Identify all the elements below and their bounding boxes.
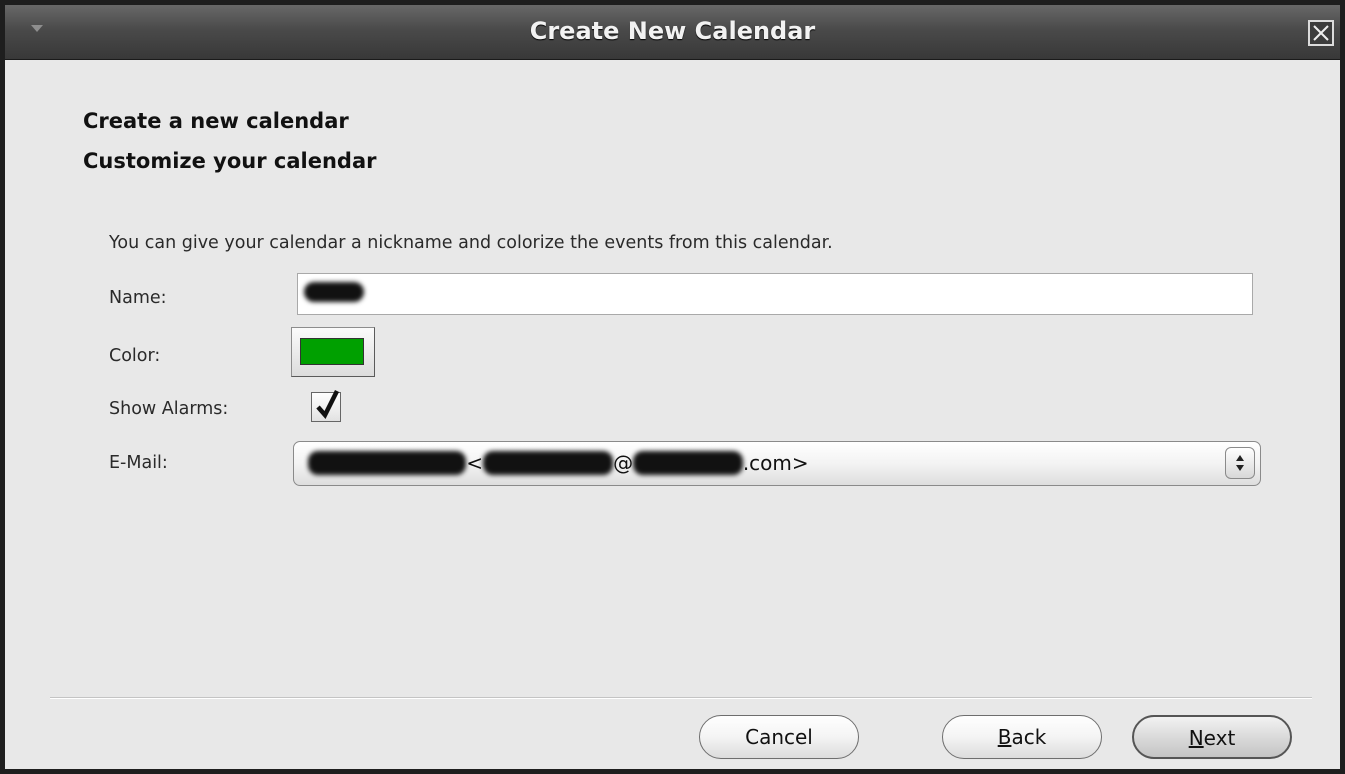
cancel-button[interactable]: Cancel — [699, 715, 859, 759]
page-subtitle: Customize your calendar — [83, 149, 377, 173]
back-label: ack — [1011, 725, 1047, 749]
close-button[interactable] — [1308, 20, 1334, 46]
email-tail: .com> — [742, 451, 809, 475]
email-user-redacted: marcin.jesse — [482, 451, 614, 475]
name-value-redacted: SAAB — [304, 282, 364, 302]
email-name-redacted: Marcin M. Jesse — [308, 451, 467, 475]
name-label: Name: — [109, 288, 167, 308]
page-title: Create a new calendar — [83, 109, 349, 133]
email-label: E-Mail: — [109, 453, 168, 473]
select-arrows-icon[interactable] — [1225, 447, 1255, 479]
color-picker-button[interactable] — [291, 327, 375, 377]
email-at: @ — [613, 451, 634, 475]
close-icon — [1313, 25, 1329, 41]
next-label: ext — [1203, 726, 1236, 750]
show-alarms-label: Show Alarms: — [109, 399, 229, 419]
title-bar[interactable]: Create New Calendar — [5, 5, 1340, 60]
description-text: You can give your calendar a nickname an… — [109, 233, 833, 253]
back-button[interactable]: Back — [942, 715, 1102, 759]
color-swatch — [300, 338, 364, 365]
create-calendar-dialog: Create New Calendar Create a new calenda… — [0, 0, 1345, 774]
color-label: Color: — [109, 346, 161, 366]
email-domain-redacted: saabgroup — [633, 451, 743, 475]
next-button[interactable]: Next — [1132, 715, 1292, 759]
show-alarms-checkbox[interactable] — [311, 389, 341, 422]
window-title: Create New Calendar — [529, 17, 816, 45]
email-select[interactable]: Marcin M. Jesse < marcin.jesse @ saabgroup .c… — [293, 441, 1261, 486]
next-mnemonic: N — [1188, 726, 1204, 750]
checkmark-icon — [316, 389, 340, 420]
back-mnemonic: B — [997, 725, 1012, 749]
name-input[interactable]: SAAB — [297, 273, 1253, 315]
footer-divider — [50, 697, 1312, 699]
email-bracket: < — [466, 451, 483, 475]
